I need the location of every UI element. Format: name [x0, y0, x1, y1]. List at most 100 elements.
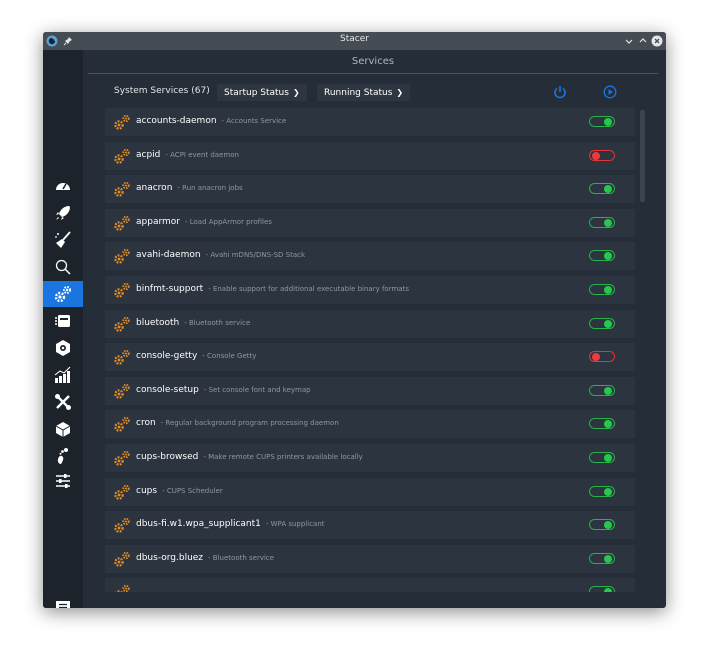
- service-name: apparmor - Load AppArmor profiles: [136, 217, 272, 227]
- service-row[interactable]: [105, 578, 635, 592]
- service-row[interactable]: avahi-daemon - Avahi mDNS/DNS-SD Stack: [105, 242, 635, 271]
- sidebar-item-services[interactable]: [43, 281, 83, 307]
- title-bar: Stacer: [43, 32, 666, 50]
- service-name-text: console-setup: [136, 384, 199, 395]
- service-description: - Load AppArmor profiles: [184, 217, 272, 226]
- service-row[interactable]: cups-browsed - Make remote CUPS printers …: [105, 444, 635, 472]
- service-name: avahi-daemon - Avahi mDNS/DNS-SD Stack: [136, 250, 305, 260]
- service-row[interactable]: cron - Regular background program process…: [105, 410, 635, 439]
- play-icon: [603, 85, 617, 99]
- gears-icon: [114, 417, 130, 433]
- gears-icon: [114, 182, 130, 197]
- service-description: - CUPS Scheduler: [162, 486, 223, 495]
- service-row[interactable]: cups - CUPS Scheduler: [105, 477, 635, 506]
- running-status-label: Running Status: [324, 88, 393, 98]
- sidebar-item-helpers[interactable]: [43, 389, 83, 415]
- service-row[interactable]: dbus-org.bluez - Bluetooth service: [105, 544, 635, 573]
- service-name: bluetooth - Bluetooth service: [136, 318, 250, 328]
- startup-toggle[interactable]: [589, 519, 615, 531]
- sidebar-item-processes[interactable]: [43, 308, 83, 334]
- sidebar-item-startup-apps[interactable]: [43, 200, 83, 226]
- sidebar-item-search[interactable]: [43, 254, 83, 280]
- startup-toggle[interactable]: [589, 284, 615, 295]
- startup-toggle[interactable]: [589, 216, 615, 228]
- service-name-text: cups: [136, 485, 158, 496]
- startup-toggle[interactable]: [589, 384, 615, 396]
- service-description: - Console Getty: [202, 352, 257, 361]
- chevron-down-icon: ❯: [292, 88, 300, 97]
- sidebar-item-gnome-settings[interactable]: [43, 443, 83, 469]
- gears-icon: [115, 585, 130, 592]
- resources-icon: [54, 366, 71, 383]
- startup-toggle[interactable]: [589, 351, 615, 363]
- toggle-knob: [604, 386, 612, 395]
- startup-toggle[interactable]: [589, 183, 615, 195]
- service-row[interactable]: accounts-daemon - Accounts Service: [105, 108, 635, 136]
- service-row[interactable]: anacron - Run anacron jobs: [105, 175, 635, 204]
- minimize-chevron-down-icon[interactable]: [623, 35, 635, 47]
- startup-toggle[interactable]: [589, 418, 615, 430]
- service-row[interactable]: bluetooth - Bluetooth service: [105, 309, 635, 338]
- gears-icon: [114, 114, 130, 130]
- service-description: - Enable support for additional executab…: [208, 285, 409, 293]
- services-list: accounts-daemon - Accounts Service acpid - …: [105, 108, 635, 592]
- startup-status-filter[interactable]: Startup Status ❯: [217, 84, 307, 101]
- service-name-text: avahi-daemon: [136, 250, 201, 261]
- toggle-knob: [604, 487, 612, 496]
- service-description: - Run anacron jobs: [177, 184, 243, 193]
- sidebar-item-settings[interactable]: [43, 468, 83, 494]
- service-row[interactable]: console-getty - Console Getty: [105, 343, 635, 372]
- chevron-down-icon: ❯: [396, 88, 404, 97]
- service-row[interactable]: dbus-fi.w1.wpa_supplicant1 - WPA supplica…: [105, 511, 635, 540]
- startup-toggle[interactable]: [589, 149, 615, 161]
- sidebar-item-system-cleaner[interactable]: [43, 227, 83, 253]
- toggle-knob: [604, 286, 612, 294]
- sidebar-item-uninstaller[interactable]: [43, 335, 83, 361]
- startup-toggle[interactable]: [589, 116, 615, 127]
- running-status-filter[interactable]: Running Status ❯: [317, 84, 411, 101]
- startup-toggle[interactable]: [589, 485, 615, 497]
- toggle-knob: [604, 252, 612, 261]
- startup-toggle[interactable]: [589, 317, 615, 329]
- toggle-knob: [604, 454, 612, 462]
- gears-icon: [114, 383, 130, 399]
- gears-icon: [114, 316, 130, 332]
- window-title: Stacer: [340, 34, 369, 44]
- service-name-text: bluetooth: [136, 317, 180, 328]
- gears-icon: [114, 148, 130, 164]
- startup-toggle[interactable]: [589, 250, 615, 262]
- toggle-knob: [604, 118, 612, 126]
- service-row[interactable]: acpid - ACPI event daemon: [105, 141, 635, 170]
- service-description: - WPA supplicant: [265, 520, 325, 529]
- service-name-text: anacron: [136, 183, 173, 194]
- service-name: dbus-fi.w1.wpa_supplicant1 - WPA supplica…: [136, 519, 325, 529]
- toggle-knob: [604, 420, 612, 429]
- services-count: System Services (67): [114, 86, 210, 96]
- service-name: cups-browsed - Make remote CUPS printers …: [136, 452, 363, 462]
- header-divider: [88, 73, 658, 74]
- startup-toggle[interactable]: [589, 452, 615, 463]
- close-icon[interactable]: [651, 35, 663, 47]
- gears-icon: [114, 518, 130, 533]
- toggle-knob: [604, 521, 612, 530]
- sidebar-item-feedback[interactable]: [43, 595, 83, 608]
- service-name-text: binfmt-support: [136, 284, 204, 294]
- service-description: - Set console font and keymap: [203, 385, 311, 394]
- service-name-text: dbus-fi.w1.wpa_supplicant1: [136, 519, 261, 530]
- sidebar-item-dashboard[interactable]: [43, 173, 83, 199]
- service-row[interactable]: apparmor - Load AppArmor profiles: [105, 208, 635, 237]
- service-name: acpid - ACPI event daemon: [136, 150, 239, 160]
- service-row[interactable]: binfmt-support - Enable support for addit…: [105, 276, 635, 304]
- service-name: dbus-org.bluez - Bluetooth service: [136, 553, 274, 563]
- maximize-chevron-up-icon[interactable]: [637, 35, 649, 47]
- scrollbar[interactable]: [640, 110, 645, 202]
- service-row[interactable]: console-setup - Set console font and keym…: [105, 376, 635, 405]
- startup-toggle[interactable]: [589, 552, 615, 564]
- service-name-text: accounts-daemon: [136, 116, 217, 126]
- startup-toggle[interactable]: [589, 586, 615, 592]
- processes-icon: [55, 315, 70, 327]
- dashboard-icon: [56, 183, 70, 190]
- sidebar-item-resources[interactable]: [43, 362, 83, 388]
- sidebar-item-apt-repository[interactable]: [43, 416, 83, 442]
- service-name: [136, 586, 141, 592]
